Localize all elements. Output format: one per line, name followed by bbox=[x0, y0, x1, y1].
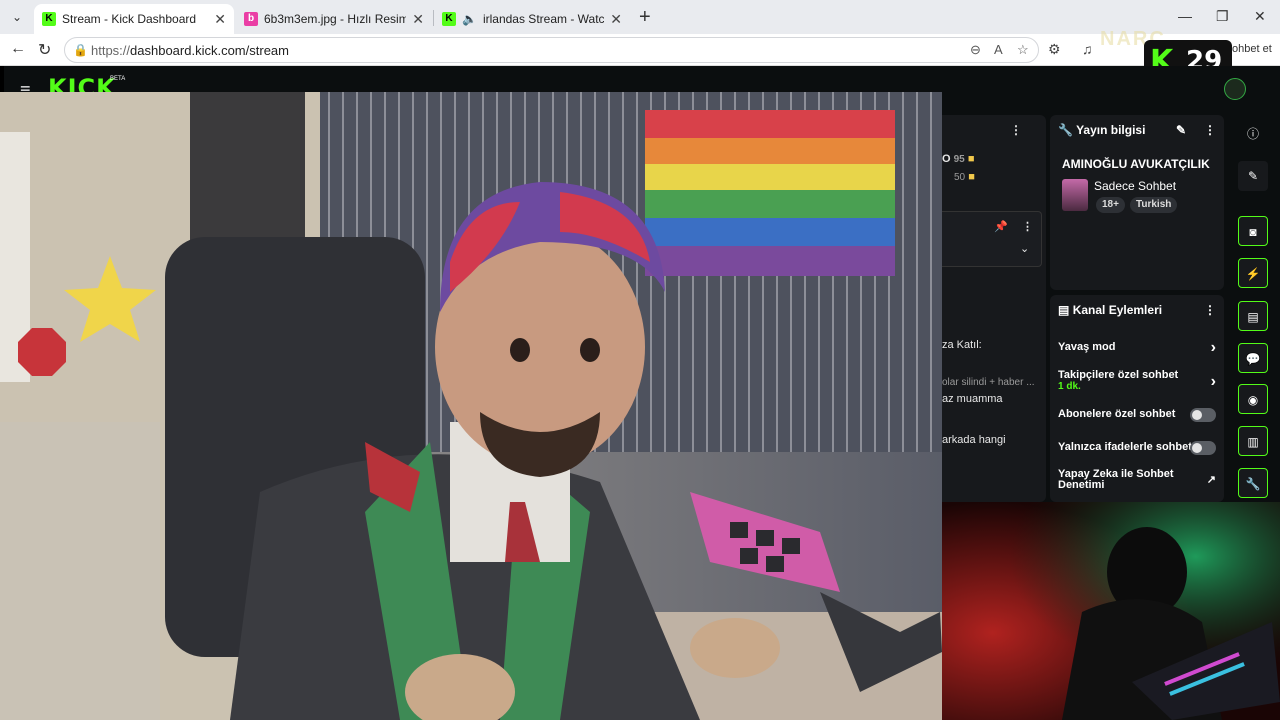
external-link-icon[interactable]: ↗ bbox=[1207, 473, 1216, 486]
document-icon[interactable]: ▤ bbox=[1238, 301, 1268, 331]
edit-pencil-icon[interactable]: ✎ bbox=[1238, 161, 1268, 191]
stream-info-card: 🔧 Yayın bilgisi ✎ ⋮ AMINOĞLU AVUKATÇILIK… bbox=[1050, 115, 1224, 290]
close-tab-icon[interactable]: ✕ bbox=[610, 11, 622, 28]
chat-menu-icon[interactable]: ⋮ bbox=[1010, 123, 1022, 137]
channel-actions-header: ▤ Kanal Eylemleri bbox=[1058, 303, 1163, 317]
ai-moderation-row[interactable]: Yapay Zeka ile Sohbet Denetimi bbox=[1058, 469, 1198, 491]
stream-info-menu-icon[interactable]: ⋮ bbox=[1204, 123, 1216, 137]
tab-bar: ⌄ K Stream - Kick Dashboard ✕ b 6b3m3em.… bbox=[0, 0, 1280, 34]
image-viewer-favicon-icon: b bbox=[244, 12, 258, 26]
user-avatar[interactable] bbox=[1224, 78, 1246, 100]
beta-badge: BETA bbox=[110, 76, 126, 82]
layout-icon[interactable]: ▥ bbox=[1238, 426, 1268, 456]
address-bar: ← ↻ 🔒 https://dashboard.kick.com/stream … bbox=[0, 34, 1280, 66]
tab-title: irlandas Stream - Watch Live o bbox=[482, 12, 605, 26]
tab-irlandas-stream[interactable]: K 🔈 irlandas Stream - Watch Live o ✕ bbox=[434, 4, 630, 34]
leaderboard-row: 50 ■ bbox=[954, 171, 975, 183]
action-sublabel: 1 dk. bbox=[1058, 381, 1081, 392]
slow-mode-row[interactable]: Yavaş mod bbox=[1058, 341, 1216, 353]
followers-only-row[interactable]: Takipçilere özel sohbet 1 dk. bbox=[1058, 369, 1216, 392]
tag-badge: 18+ bbox=[1096, 197, 1125, 213]
webcam-image bbox=[942, 502, 1280, 720]
refresh-icon[interactable]: ↻ bbox=[38, 40, 51, 60]
lightning-icon[interactable]: ⚡ bbox=[1238, 258, 1268, 288]
chat-message: za Katıl: bbox=[942, 339, 982, 351]
stream-title: AMINOĞLU AVUKATÇILIK bbox=[1062, 157, 1210, 171]
tab-list-icon[interactable]: ⌄ bbox=[6, 6, 28, 28]
pinned-menu-icon[interactable]: ⋮ bbox=[1022, 220, 1033, 233]
close-tab-icon[interactable]: ✕ bbox=[214, 11, 226, 28]
channel-actions-card: ▤ Kanal Eylemleri ⋮ Yavaş mod › Takipçil… bbox=[1050, 295, 1224, 502]
close-window-icon[interactable]: ✕ bbox=[1254, 8, 1266, 25]
minimize-icon[interactable]: — bbox=[1178, 8, 1192, 24]
tab-title: Stream - Kick Dashboard bbox=[62, 12, 197, 26]
stream-info-header: 🔧 Yayın bilgisi bbox=[1058, 123, 1146, 137]
wrench-tool-icon[interactable]: 🔧 bbox=[1238, 468, 1268, 498]
chat-panel: ⋮ O 95 ■ 50 ■ 📌 ⋮ ⌄ za Katıl: olar silin… bbox=[942, 115, 1046, 502]
chat-message: arkada hangi bbox=[942, 434, 1006, 446]
action-label: Yapay Zeka ile Sohbet Denetimi bbox=[1058, 468, 1174, 491]
url-text: https://dashboard.kick.com/stream bbox=[91, 43, 289, 58]
pinned-message[interactable]: 📌 ⋮ ⌄ bbox=[942, 211, 1042, 267]
kick-favicon-icon: K bbox=[442, 12, 456, 26]
info-icon[interactable]: ⓘ bbox=[1238, 119, 1268, 149]
new-tab-icon[interactable]: + bbox=[639, 6, 651, 28]
favorite-star-icon[interactable]: ☆ bbox=[1017, 42, 1029, 58]
url-field[interactable]: 🔒 https://dashboard.kick.com/stream ⊖ A … bbox=[64, 37, 1039, 63]
chevron-down-icon[interactable]: ⌄ bbox=[1020, 242, 1029, 255]
camera-icon[interactable]: ◙ bbox=[1238, 216, 1268, 246]
chevron-right-icon[interactable]: › bbox=[1211, 373, 1216, 391]
webcam-overlay bbox=[942, 502, 1280, 720]
chevron-right-icon[interactable]: › bbox=[1211, 339, 1216, 357]
tab-image-viewer[interactable]: b 6b3m3em.jpg - Hızlı Resim ✕ bbox=[236, 4, 432, 34]
back-icon[interactable]: ← bbox=[10, 40, 26, 58]
leaderboard-row: O 95 ■ bbox=[942, 153, 975, 165]
chat-bubble-icon[interactable]: 💬 bbox=[1238, 343, 1268, 373]
kick-favicon-icon: K bbox=[42, 12, 56, 26]
right-toolbar: ⓘ ✎ ◙ ⚡ ▤ 💬 ◉ ▥ 🔧 bbox=[1228, 115, 1280, 502]
chat-message: olar silindi + haber ... bbox=[942, 377, 1035, 388]
overlay-label: ohbet et bbox=[1232, 43, 1272, 55]
channel-actions-menu-icon[interactable]: ⋮ bbox=[1204, 303, 1216, 317]
media-control-icon[interactable]: ♫ bbox=[1082, 41, 1093, 57]
speaker-icon[interactable]: 🔈 bbox=[462, 12, 477, 26]
edit-icon[interactable]: ✎ bbox=[1176, 123, 1186, 137]
subscribers-only-toggle[interactable] bbox=[1190, 408, 1216, 422]
zoom-icon[interactable]: ⊖ bbox=[970, 42, 981, 58]
tag-badge: Turkish bbox=[1130, 197, 1178, 213]
pin-icon[interactable]: 📌 bbox=[994, 220, 1008, 233]
tab-kick-dashboard[interactable]: K Stream - Kick Dashboard ✕ bbox=[34, 4, 234, 34]
extensions-icon[interactable]: ⚙ bbox=[1048, 41, 1061, 58]
wrench-icon: 🔧 bbox=[1058, 123, 1073, 137]
action-label: Yavaş mod bbox=[1058, 341, 1116, 353]
tab-title: 6b3m3em.jpg - Hızlı Resim bbox=[264, 12, 407, 26]
actions-icon: ▤ bbox=[1058, 303, 1070, 317]
site-info-icon[interactable]: 🔒 bbox=[73, 43, 88, 57]
close-tab-icon[interactable]: ✕ bbox=[412, 11, 424, 28]
stream-video[interactable] bbox=[0, 92, 942, 720]
emote-only-toggle[interactable] bbox=[1190, 441, 1216, 455]
action-label: Takipçilere özel sohbet bbox=[1058, 369, 1179, 381]
read-aloud-icon[interactable]: A bbox=[994, 42, 1003, 57]
stream-category[interactable]: Sadece Sohbet bbox=[1094, 179, 1176, 193]
broadcast-icon[interactable]: ◉ bbox=[1238, 384, 1268, 414]
maximize-icon[interactable]: ❐ bbox=[1216, 8, 1229, 25]
video-frame-image bbox=[0, 92, 942, 720]
category-thumbnail bbox=[1062, 179, 1088, 211]
chat-message: az muamma bbox=[942, 393, 1003, 405]
